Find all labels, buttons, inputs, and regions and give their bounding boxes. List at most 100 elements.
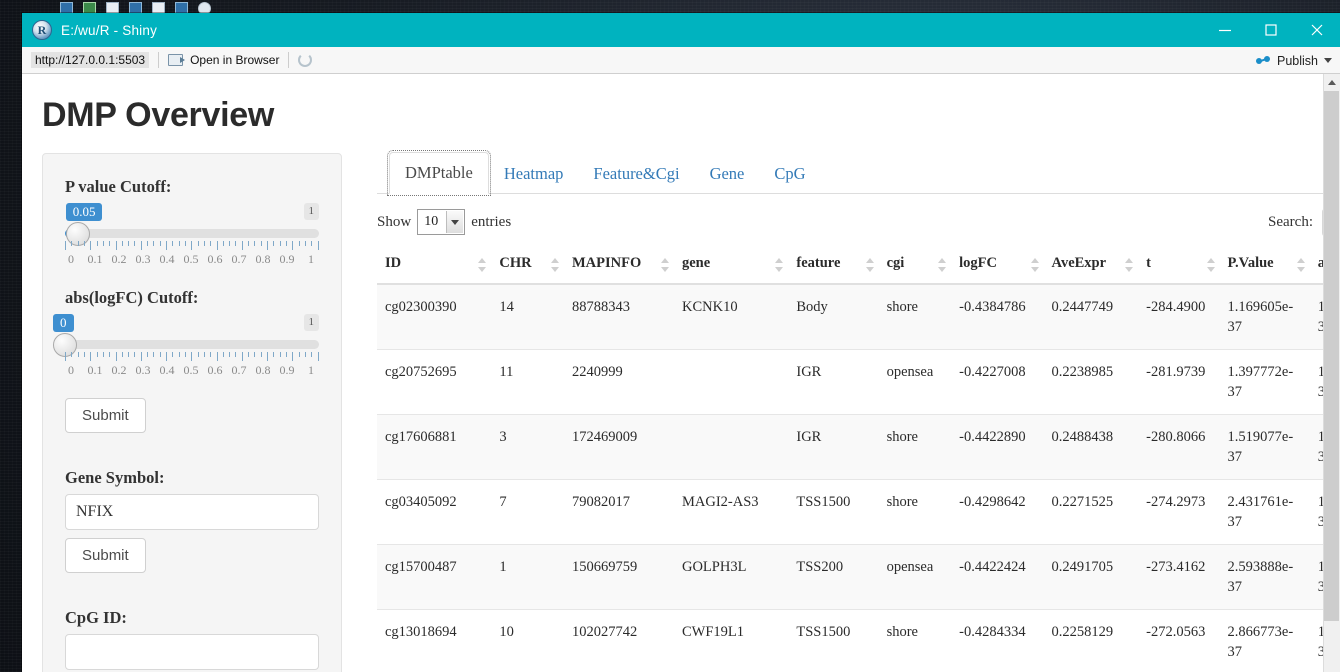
column-header-aveexpr[interactable]: AveExpr: [1043, 246, 1139, 285]
slider-tick: [279, 352, 281, 357]
slider-tick: [147, 241, 149, 246]
slider-tick: [254, 352, 256, 357]
table-cell: shore: [878, 414, 952, 480]
page-scrollbar-thumb[interactable]: [1324, 91, 1339, 621]
table-cell: -0.4284334: [951, 609, 1044, 672]
column-header-feature[interactable]: feature: [788, 246, 879, 285]
slider-tick: [273, 241, 275, 246]
table-cell: 2.866773e-37: [1219, 609, 1310, 672]
close-button[interactable]: [1294, 13, 1340, 47]
table-cell: 1: [491, 544, 564, 610]
table-cell: Body: [788, 283, 879, 350]
slider-tick-label: 1: [308, 252, 314, 266]
pvalue-slider[interactable]: 0.05 1 0 0.1 0.2 0.3 0.4 0.5 0.6 0.7 0.8 0.9 1: [65, 203, 319, 275]
column-header-id[interactable]: ID: [377, 246, 492, 285]
slider-tick: [235, 352, 237, 357]
refresh-icon[interactable]: [298, 53, 313, 67]
pvalue-slider-track[interactable]: [65, 229, 319, 238]
table-cell: -284.4900: [1138, 283, 1220, 350]
chevron-down-icon[interactable]: [1324, 58, 1332, 63]
table-cell: 79082017: [563, 479, 674, 545]
minimize-button[interactable]: [1202, 13, 1248, 47]
scroll-up-button[interactable]: [1324, 74, 1339, 91]
open-in-browser-icon: [168, 54, 186, 66]
page-scrollbar[interactable]: [1323, 74, 1340, 672]
table-row[interactable]: cg02300390 14 88788343 KCNK10 Body shore -0.43…: [377, 283, 1340, 350]
dmp-table-body: cg02300390 14 88788343 KCNK10 Body shore -0.43…: [377, 283, 1340, 672]
tab-heatmap[interactable]: Heatmap: [489, 154, 579, 194]
logfc-slider-track[interactable]: [65, 340, 319, 349]
table-row[interactable]: cg03405092 7 79082017 MAGI2-AS3 TSS1500 shore…: [377, 479, 1340, 545]
submit-gene-button[interactable]: Submit: [65, 538, 146, 573]
cpg-id-input[interactable]: [65, 634, 319, 670]
table-cell: -274.2973: [1138, 479, 1220, 545]
sort-icon: [1030, 257, 1040, 272]
desktop-icon: [0, 110, 22, 136]
chevron-up-icon: [1327, 80, 1336, 85]
slider-tick: [292, 352, 294, 361]
sidebar-panel: P value Cutoff: 0.05 1 0 0.1 0.2 0.3 0.4 0.5 0…: [42, 153, 342, 672]
table-row[interactable]: cg20752695 11 2240999 IGR opensea -0.4227008 0…: [377, 349, 1340, 415]
r-logo-icon: R: [32, 20, 52, 40]
slider-tick-label: 0.6: [207, 252, 223, 266]
tab-feature-cgi[interactable]: Feature&Cgi: [578, 154, 694, 194]
slider-tick: [121, 241, 123, 246]
publish-label: Publish: [1277, 53, 1318, 68]
tab-cpg[interactable]: CpG: [759, 154, 820, 194]
table-header-row: ID CHR MAPINFO gene feature cgi logFC AveExpr t P…: [377, 246, 1340, 285]
table-cell: 1.519077e-37: [1219, 414, 1310, 480]
app-url[interactable]: http://127.0.0.1:5503: [31, 52, 150, 68]
logfc-slider[interactable]: 0 1 0 0.1 0.2 0.3 0.4 0.5 0.6 0.7 0.8 0.9 1: [53, 314, 319, 386]
slider-tick: [140, 241, 142, 250]
table-cell: cg03405092: [377, 479, 492, 545]
entries-select[interactable]: 10: [417, 209, 466, 235]
publish-button[interactable]: Publish: [1256, 47, 1332, 74]
slider-tick: [317, 352, 319, 361]
table-cell: 0.2491705: [1043, 544, 1139, 610]
table-cell: 0.2488438: [1043, 414, 1139, 480]
column-header-t[interactable]: t: [1138, 246, 1220, 285]
slider-tick: [178, 352, 180, 357]
tab-gene[interactable]: Gene: [695, 154, 760, 194]
slider-tick: [153, 241, 155, 246]
table-row[interactable]: cg15700487 1 150669759 GOLPH3L TSS200 opensea…: [377, 544, 1340, 610]
table-controls: Show 10 entries Search:: [377, 206, 1340, 238]
column-header-p-value[interactable]: P.Value: [1219, 246, 1310, 285]
slider-tick: [285, 352, 287, 357]
logfc-slider-max-badge: 1: [303, 314, 319, 331]
slider-tick: [65, 241, 66, 250]
slider-tick: [235, 241, 237, 246]
column-header-chr[interactable]: CHR: [491, 246, 564, 285]
column-header-gene[interactable]: gene: [673, 246, 789, 285]
table-row[interactable]: cg17606881 3 172469009 IGR shore -0.4422890 0.…: [377, 414, 1340, 480]
table-cell: shore: [878, 609, 952, 672]
column-header-mapinfo[interactable]: MAPINFO: [563, 246, 674, 285]
open-in-browser-button[interactable]: Open in Browser: [168, 53, 279, 67]
slider-tick: [184, 352, 186, 357]
slider-tick: [260, 352, 262, 357]
column-header-cgi[interactable]: cgi: [878, 246, 952, 285]
table-cell: -0.4298642: [951, 479, 1044, 545]
slider-tick: [267, 241, 268, 250]
pvalue-slider-max-badge: 1: [303, 203, 319, 220]
slider-tick: [210, 352, 212, 357]
toolbar-divider-2: [288, 52, 290, 68]
slider-tick-label: 0.5: [183, 252, 199, 266]
column-header-logfc[interactable]: logFC: [951, 246, 1044, 285]
slider-tick: [229, 352, 231, 357]
slider-tick: [90, 241, 92, 250]
table-cell: IGR: [788, 349, 879, 415]
gene-symbol-input[interactable]: [65, 494, 319, 530]
slider-tick: [153, 352, 155, 357]
tab-dmptable[interactable]: DMPtable: [387, 150, 491, 196]
table-row[interactable]: cg13018694 10 102027742 CWF19L1 TSS1500 shore…: [377, 609, 1340, 672]
slider-tick: [109, 241, 111, 246]
slider-tick: [77, 352, 79, 357]
chevron-down-icon[interactable]: [446, 211, 464, 233]
page-title: DMP Overview: [42, 96, 274, 134]
publish-icon: [1256, 54, 1271, 67]
maximize-button[interactable]: [1248, 13, 1294, 47]
slider-tick: [128, 241, 130, 246]
slider-tick: [65, 352, 66, 361]
submit-cutoff-button[interactable]: Submit: [65, 398, 146, 433]
